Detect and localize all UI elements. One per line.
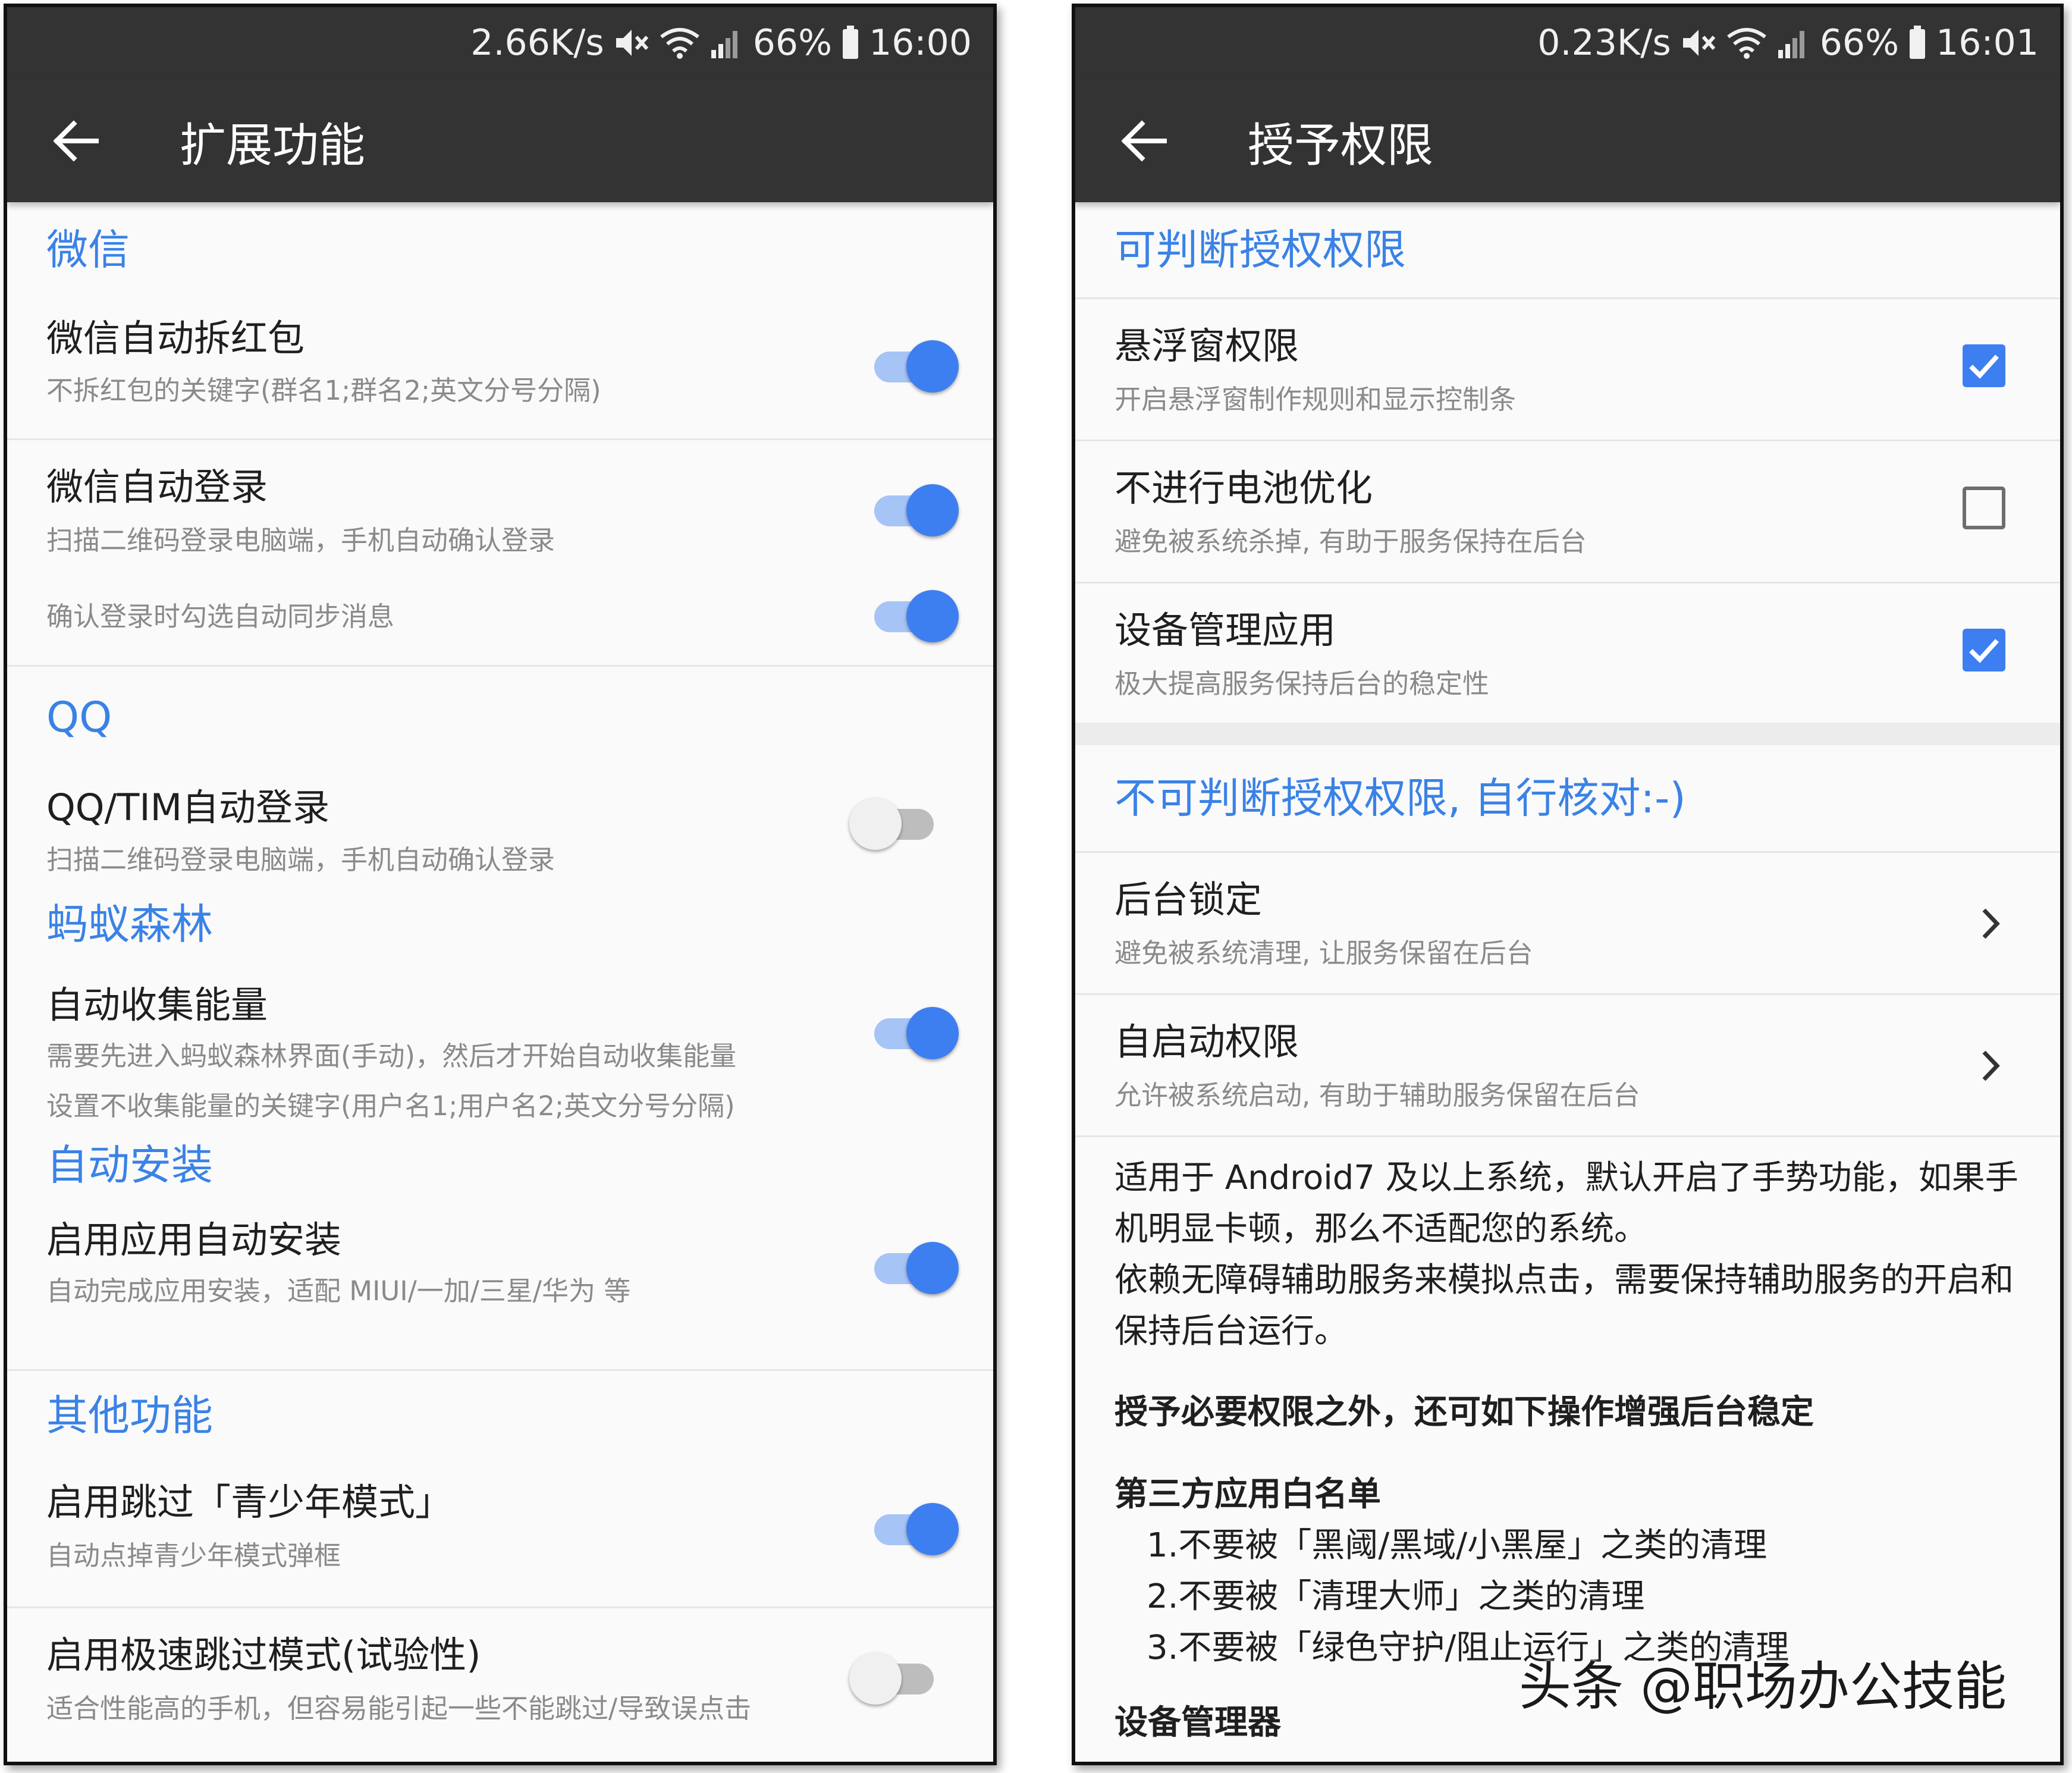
auto-install-toggle[interactable] — [869, 1234, 959, 1299]
clock: 16:01 — [1936, 22, 2039, 64]
check-icon — [1969, 639, 1999, 663]
setting-title: 启用极速跳过模式(试验性) — [46, 1633, 481, 1677]
keyword-setting-link[interactable]: 设置不收集能量的关键字(用户名1;用户名2;英文分号分隔) — [7, 1084, 735, 1123]
clock: 16:00 — [869, 22, 972, 64]
setting-auto-collect-energy[interactable]: 自动收集能量 需要先进入蚂蚁森林界面(手动)，然后才开始自动收集能量 设置不收集… — [7, 975, 993, 1129]
sync-message-toggle[interactable] — [869, 582, 959, 647]
setting-subtitle: 自动完成应用安装，适配 MIUI/一加/三星/华为 等 — [46, 1275, 631, 1307]
setting-title: 自动收集能量 — [46, 983, 268, 1027]
app-bar: 授予权限 — [1075, 79, 2060, 202]
setting-qq-tim-login[interactable]: QQ/TIM自动登录 扫描二维码登录电脑端，手机自动确认登录 — [7, 749, 993, 895]
app-bar: 扩展功能 — [7, 79, 993, 202]
chevron-right-icon — [1982, 1050, 2000, 1081]
stability-heading: 授予必要权限之外，还可如下操作增强后台稳定 — [1115, 1393, 1814, 1432]
collect-energy-toggle[interactable] — [869, 999, 959, 1064]
settings-list: 微信 微信自动拆红包 不拆红包的关键字(群名1;群名2;英文分号分隔) 微信自动… — [7, 202, 993, 1751]
permission-autostart[interactable]: 自启动权限 允许被系统启动, 有助于辅助服务保留在后台 — [1075, 995, 2060, 1137]
setting-subtitle: 需要先进入蚂蚁森林界面(手动)，然后才开始自动收集能量 — [46, 1040, 737, 1072]
network-speed: 2.66K/s — [470, 22, 604, 64]
setting-fast-skip[interactable]: 启用极速跳过模式(试验性) 适合性能高的手机，但容易能引起一些不能跳过/导致误点… — [7, 1608, 993, 1751]
accessibility-note: 依赖无障碍辅助服务来模拟点击，需要保持辅助服务的开启和保持后台运行。 — [1115, 1261, 2014, 1351]
setting-title: 启用应用自动安装 — [46, 1218, 342, 1262]
section-header-judgeable: 可判断授权权限 — [1075, 202, 2060, 299]
page-title: 授予权限 — [1248, 119, 1434, 172]
section-header-ant-forest: 蚂蚁森林 — [46, 900, 213, 949]
setting-title: QQ/TIM自动登录 — [46, 786, 330, 829]
mute-icon — [1682, 30, 1715, 56]
compatibility-note: 适用于 Android7 及以上系统，默认开启了手势功能，如果手机明显卡顿，那么… — [1115, 1159, 2018, 1248]
battery-percent: 66% — [752, 22, 833, 64]
device-admin-checkbox[interactable] — [1963, 629, 2005, 671]
section-header-non-judgeable: 不可判断授权权限, 自行核对:-) — [1075, 745, 2060, 853]
watermark: 头条 @职场办公技能 — [1519, 1656, 2007, 1717]
setting-subtitle: 适合性能高的手机，但容易能引起一些不能跳过/导致误点击 — [46, 1693, 752, 1724]
mute-icon — [616, 30, 648, 56]
permission-title: 后台锁定 — [1115, 878, 1263, 921]
wifi-icon — [1726, 28, 1766, 59]
check-icon — [1969, 354, 1999, 379]
wechat-login-toggle[interactable] — [869, 476, 959, 541]
setting-wechat-red-packet[interactable]: 微信自动拆红包 不拆红包的关键字(群名1;群名2;英文分号分隔) — [7, 297, 993, 440]
whitelist-item: 1.不要被「黑阈/黑域/小黑屋」之类的清理 — [1147, 1526, 1768, 1565]
setting-subtitle: 不拆红包的关键字(群名1;群名2;英文分号分隔) — [46, 375, 601, 406]
permission-subtitle: 极大提高服务保持后台的稳定性 — [1115, 668, 1490, 699]
sync-message-label: 确认登录时勾选自动同步消息 — [46, 601, 395, 632]
permission-subtitle: 避免被系统杀掉, 有助于服务保持在后台 — [1115, 526, 1587, 557]
setting-subtitle: 扫描二维码登录电脑端，手机自动确认登录 — [46, 525, 555, 556]
permission-device-admin[interactable]: 设备管理应用 极大提高服务保持后台的稳定性 — [1075, 583, 2060, 723]
status-bar: 0.23K/s 66% 16:01 — [1075, 7, 2060, 79]
permission-title: 不进行电池优化 — [1115, 466, 1373, 510]
float-window-checkbox[interactable] — [1963, 344, 2005, 387]
back-arrow-icon[interactable] — [1117, 114, 1170, 168]
setting-subtitle: 自动点掉青少年模式弹框 — [46, 1540, 341, 1571]
whitelist-item: 2.不要被「清理大师」之类的清理 — [1147, 1577, 1645, 1616]
signal-icon — [711, 31, 737, 58]
setting-title: 微信自动拆红包 — [46, 316, 305, 360]
back-arrow-icon[interactable] — [49, 114, 102, 168]
permission-subtitle: 避免被系统清理, 让服务保留在后台 — [1115, 937, 1533, 969]
permission-float-window[interactable]: 悬浮窗权限 开启悬浮窗制作规则和显示控制条 — [1075, 299, 2060, 441]
section-header-other: 其他功能 — [46, 1391, 213, 1440]
section-header-auto-install: 自动安装 — [46, 1141, 213, 1190]
battery-icon — [843, 26, 859, 59]
battery-icon — [1910, 26, 1926, 59]
permission-title: 设备管理应用 — [1115, 608, 1336, 652]
signal-icon — [1778, 31, 1804, 58]
setting-title: 启用跳过「青少年模式」 — [46, 1480, 453, 1524]
section-header-qq: QQ — [46, 693, 112, 742]
section-header-wechat: 微信 — [46, 225, 130, 274]
fast-skip-toggle[interactable] — [849, 1644, 938, 1709]
status-bar: 2.66K/s 66% 16:00 — [7, 7, 993, 79]
setting-wechat-auto-login[interactable]: 微信自动登录 扫描二维码登录电脑端，手机自动确认登录 确认登录时勾选自动同步消息 — [7, 440, 993, 667]
whitelist-heading: 第三方应用白名单 — [1115, 1475, 1381, 1514]
red-packet-toggle[interactable] — [869, 332, 959, 397]
page-title: 扩展功能 — [180, 119, 366, 172]
battery-percent: 66% — [1819, 22, 1900, 64]
permission-battery-optimization[interactable]: 不进行电池优化 避免被系统杀掉, 有助于服务保持在后台 — [1075, 441, 2060, 583]
permission-subtitle: 开启悬浮窗制作规则和显示控制条 — [1115, 384, 1517, 415]
left-phone-screen: 2.66K/s 66% 16:00 扩展功能 微信 微信自动拆红包 不拆红包的关… — [4, 4, 997, 1765]
right-phone-screen: 0.23K/s 66% 16:01 授予权限 可判断授权权限 悬浮窗权限 开启悬… — [1072, 4, 2064, 1765]
permission-list: 可判断授权权限 悬浮窗权限 开启悬浮窗制作规则和显示控制条 不进行电池优化 避免… — [1075, 202, 2060, 1749]
wifi-icon — [660, 28, 699, 59]
skip-teen-toggle[interactable] — [869, 1495, 959, 1560]
setting-title: 微信自动登录 — [46, 465, 268, 509]
battery-optimization-checkbox[interactable] — [1963, 487, 2005, 529]
chevron-right-icon — [1982, 908, 2000, 939]
setting-subtitle: 扫描二维码登录电脑端，手机自动确认登录 — [46, 844, 555, 875]
setting-auto-install[interactable]: 启用应用自动安装 自动完成应用安装，适配 MIUI/一加/三星/华为 等 — [7, 1210, 993, 1371]
permission-subtitle: 允许被系统启动, 有助于辅助服务保留在后台 — [1115, 1080, 1640, 1111]
qq-tim-login-toggle[interactable] — [849, 789, 938, 855]
permission-title: 自启动权限 — [1115, 1020, 1299, 1063]
setting-skip-teen-mode[interactable]: 启用跳过「青少年模式」 自动点掉青少年模式弹框 — [7, 1466, 993, 1608]
permission-background-lock[interactable]: 后台锁定 避免被系统清理, 让服务保留在后台 — [1075, 853, 2060, 995]
network-speed: 0.23K/s — [1537, 22, 1671, 64]
permission-title: 悬浮窗权限 — [1115, 324, 1299, 368]
section-divider — [1075, 723, 2060, 745]
